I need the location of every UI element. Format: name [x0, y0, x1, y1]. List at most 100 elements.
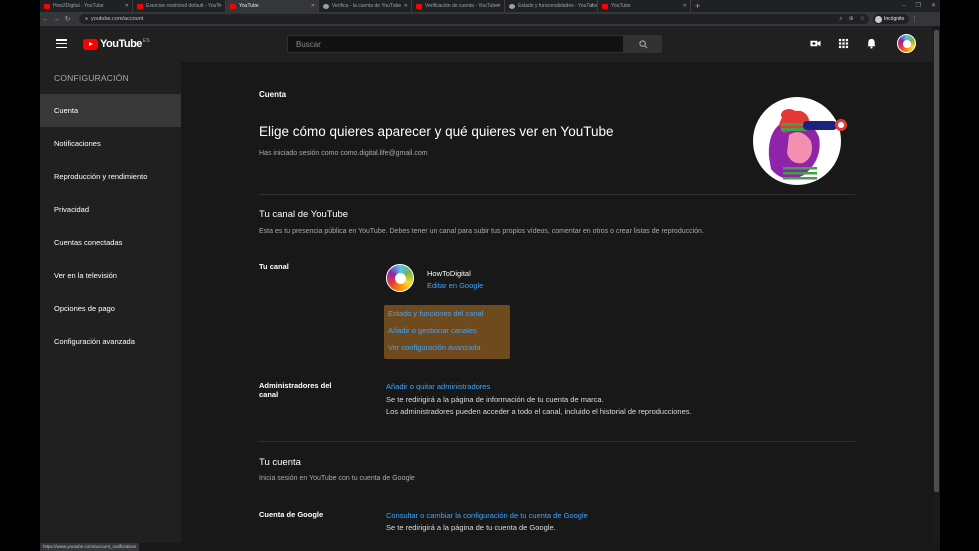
youtube-favicon-icon [602, 3, 608, 9]
close-tab-icon[interactable]: ✕ [497, 3, 501, 9]
close-tab-icon[interactable]: ✕ [218, 3, 222, 9]
right-letterbox [940, 0, 979, 551]
url-text: youtube.com/account [91, 16, 144, 22]
share-icon[interactable]: ⊕ [849, 14, 854, 24]
bookmark-star-icon[interactable]: ☆ [860, 14, 865, 24]
tab-title: YouTube [239, 3, 259, 9]
signed-in-text: Has iniciado sesión como como.digital.li… [259, 150, 428, 157]
tab-title: Estado y funcionalidades - YouTube [518, 3, 598, 9]
close-tab-icon[interactable]: ✕ [590, 3, 594, 9]
youtube-logo[interactable]: YouTube ES [83, 38, 150, 50]
channel-section-heading: Tu canal de YouTube [259, 209, 349, 220]
page-title: Elige cómo quieres aparecer y qué quiere… [259, 124, 614, 139]
close-tab-icon[interactable]: ✕ [404, 3, 408, 9]
browser-tab[interactable]: How2Digital - YouTube ✕ [40, 0, 133, 12]
add-manage-channels-link[interactable]: Añadir o gestionar canales [388, 326, 477, 335]
sidenav-item-television[interactable]: Ver en la televisión [40, 259, 181, 292]
search-placeholder: Buscar [296, 40, 321, 49]
apps-grid-icon[interactable] [838, 38, 849, 49]
country-code: ES [142, 38, 150, 44]
status-bar: https://www.youtube.com/account_notifica… [40, 543, 940, 551]
tab-title: Exercise restricted default - YouT [146, 3, 220, 9]
lock-icon: ● [85, 16, 89, 22]
google-account-settings-link[interactable]: Consultar o cambiar la configuración de … [386, 511, 588, 520]
close-tab-icon[interactable]: ✕ [311, 3, 315, 9]
sidenav-item-pago[interactable]: Opciones de pago [40, 292, 181, 325]
account-section-heading: Tu cuenta [259, 457, 301, 468]
search-button[interactable] [624, 35, 662, 53]
browser-tab-active[interactable]: YouTube ✕ [226, 0, 319, 12]
profile-label: Incógnito [884, 16, 905, 22]
new-tab-icon[interactable]: + [691, 0, 704, 12]
window-controls: – ❐ ✕ [902, 0, 936, 12]
sidenav-item-cuenta[interactable]: Cuenta [40, 94, 181, 127]
highlighted-links-box: Estado y funciones del canal Añadir o ge… [384, 305, 510, 359]
youtube-play-icon [83, 38, 98, 50]
google-account-note: Se te redirigirá a la página de tu cuent… [386, 523, 556, 532]
tab-title: YouTube [611, 3, 631, 9]
close-window-icon[interactable]: ✕ [931, 0, 936, 12]
browser-tab[interactable]: Exercise restricted default - YouT ✕ [133, 0, 226, 12]
sidenav-heading: CONFIGURACIÓN [54, 73, 129, 83]
manage-admins-link[interactable]: Añadir o quitar administradores [386, 382, 490, 391]
hamburger-menu-icon[interactable] [56, 39, 67, 49]
logo-text: YouTube [100, 38, 142, 50]
back-icon[interactable]: ← [40, 16, 51, 23]
scrollbar-thumb[interactable] [934, 30, 939, 492]
sidenav-item-avanzada[interactable]: Configuración avanzada [40, 325, 181, 358]
browser-tab[interactable]: YouTube ✕ [598, 0, 691, 12]
your-channel-label: Tu canal [259, 262, 289, 271]
divider [259, 194, 855, 195]
edit-in-google-link[interactable]: Editar en Google [427, 281, 483, 290]
tab-title: How2Digital - YouTube [53, 3, 104, 9]
maximize-icon[interactable]: ❐ [916, 0, 921, 12]
admins-note: Se te redirigirá a la página de informac… [386, 395, 604, 404]
advanced-settings-link[interactable]: Ver configuración avanzada [388, 343, 481, 352]
account-section-description: Inicia sesión en YouTube con tu cuenta d… [259, 475, 415, 482]
close-tab-icon[interactable]: ✕ [683, 3, 687, 9]
channel-name: HowToDigital [427, 269, 471, 278]
tab-strip: How2Digital - YouTube ✕ Exercise restrict… [40, 0, 940, 12]
menu-kebab-icon[interactable]: ⋮ [909, 15, 920, 23]
url-input[interactable]: ● youtube.com/account ⌕ ⊕ ☆ [79, 14, 869, 24]
settings-main: Cuenta Elige cómo quieres aparecer y qué… [181, 62, 933, 543]
youtube-masthead: YouTube ES Buscar [40, 26, 933, 62]
browser-tab[interactable]: Verifica - la cuenta de YouTube ✕ [319, 0, 412, 12]
profile-avatar-icon [875, 15, 882, 23]
channel-avatar[interactable] [386, 264, 414, 292]
sidenav-item-privacidad[interactable]: Privacidad [40, 193, 181, 226]
page-scrollbar[interactable] [933, 26, 940, 543]
left-letterbox [0, 0, 40, 551]
divider [259, 441, 855, 442]
youtube-favicon-icon [137, 3, 143, 9]
notifications-bell-icon[interactable] [866, 38, 877, 49]
address-bar: ← → ↻ ● youtube.com/account ⌕ ⊕ ☆ Incógn… [40, 12, 940, 26]
create-video-icon[interactable] [810, 38, 821, 49]
forward-icon[interactable]: → [51, 16, 62, 23]
youtube-favicon-icon [230, 3, 236, 9]
browser-tab[interactable]: Verificación de cuenta - YouTube ✕ [412, 0, 505, 12]
search-icon [638, 39, 647, 48]
youtube-favicon-icon [416, 3, 422, 9]
status-url: https://www.youtube.com/account_notifica… [40, 543, 140, 551]
google-account-label: Cuenta de Google [259, 510, 324, 519]
profile-button[interactable]: Incógnito [873, 14, 909, 24]
channel-admins-label: Administradores del canal [259, 381, 332, 399]
browser-chrome: How2Digital - YouTube ✕ Exercise restrict… [40, 0, 940, 26]
tab-title: Verificación de cuenta - YouTube [425, 3, 498, 9]
search-input[interactable]: Buscar [287, 35, 624, 53]
minimize-icon[interactable]: – [902, 0, 905, 12]
channel-status-link[interactable]: Estado y funciones del canal [388, 309, 483, 318]
google-favicon-icon [509, 3, 515, 9]
browser-tab[interactable]: Estado y funcionalidades - YouTube ✕ [505, 0, 598, 12]
sidenav-item-reproduccion[interactable]: Reproducción y rendimiento [40, 160, 181, 193]
settings-sidenav: CONFIGURACIÓN Cuenta Notificaciones Repr… [40, 62, 181, 543]
zoom-icon[interactable]: ⌕ [839, 14, 842, 24]
channel-section-description: Esta es tu presencia pública en YouTube.… [259, 228, 704, 235]
close-tab-icon[interactable]: ✕ [125, 3, 129, 9]
sidenav-item-notificaciones[interactable]: Notificaciones [40, 127, 181, 160]
admins-note: Los administradores pueden acceder a tod… [386, 407, 692, 416]
reload-icon[interactable]: ↻ [62, 15, 73, 23]
sidenav-item-cuentas-conectadas[interactable]: Cuentas conectadas [40, 226, 181, 259]
account-avatar[interactable] [897, 34, 916, 53]
